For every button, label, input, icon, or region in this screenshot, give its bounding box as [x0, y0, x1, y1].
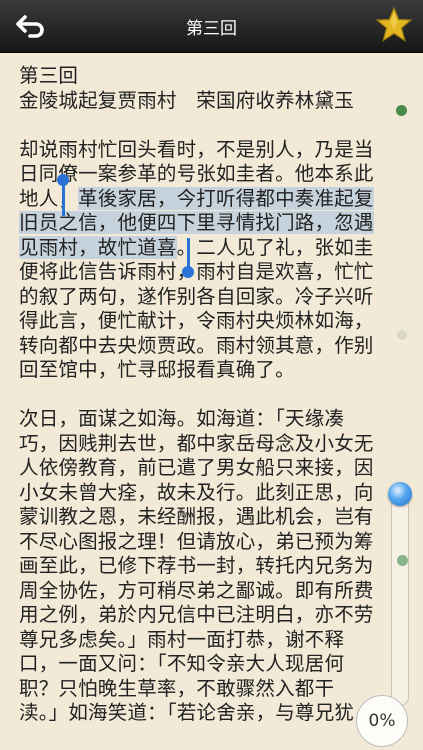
text-line: 回至馆中，忙寻邸报看真确了。 — [19, 358, 295, 381]
star-icon — [375, 6, 413, 42]
selection-start-stem — [62, 182, 65, 216]
progress-percentage-badge[interactable]: 0% — [356, 695, 408, 747]
selection-end-handle[interactable] — [182, 266, 194, 278]
chapter-number: 第三回 — [19, 64, 79, 87]
chapter-text[interactable]: 第三回 金陵城起复贾雨村 荣国府收养林黛玉 却说雨村忙回头看时，不是别人，乃是当… — [19, 64, 404, 726]
text-line: 尊兄多虑矣。」雨村一面打恭，谢不释 — [19, 627, 345, 651]
selected-text[interactable]: 旧员之信，他便四下里寻情找门路，忽遇 — [19, 211, 374, 234]
selected-text[interactable]: 革後家居，今打听得都中奏准起复 — [78, 186, 374, 210]
selected-text[interactable]: 见雨村，故忙道喜 — [19, 235, 177, 259]
text-line: 得此言，便忙献计，令雨村央烦林如海， — [19, 309, 374, 332]
text-line: 不尽心图报之理！但请放心，弟已预为筹 — [19, 529, 374, 553]
text-line: 用之例，弟於内兄信中已注明白，亦不劳 — [19, 603, 374, 626]
text-line: 渎。」如海笑道：「若论舍亲，与尊兄犹 — [19, 701, 355, 724]
page-title: 第三回 — [186, 18, 237, 39]
text-segment: 。二人见了礼，张如圭 — [176, 235, 374, 259]
text-line: 人依傍教育，前已遣了男女船只来接，因 — [19, 456, 374, 479]
reading-progress-thumb[interactable] — [388, 482, 412, 506]
text-line: 画至此，已修下荐书一封，转托内兄务为 — [19, 554, 374, 577]
text-line: 却说雨村忙回头看时，不是别人，乃是当 — [19, 137, 374, 161]
text-line: 转向都中去央烦贾政。雨村领其意，作别 — [19, 333, 374, 357]
marker-dot — [396, 105, 407, 116]
text-line: 次日，面谋之如海。如海道：「天缘凑 — [19, 407, 345, 430]
chapter-title: 金陵城起复贾雨村 荣国府收养林黛玉 — [19, 88, 354, 112]
text-line: 周全协佐，方可稍尽弟之鄙诚。即有所费 — [19, 578, 374, 602]
text-line: 职？只怕晚生草率，不敢骤然入都干 — [19, 676, 335, 700]
text-line: 见雨村，故忙道喜。二人见了礼，张如圭 — [19, 235, 404, 261]
reading-area[interactable]: 第三回 金陵城起复贾雨村 荣国府收养林黛玉 却说雨村忙回头看时，不是别人，乃是当… — [0, 52, 423, 750]
text-line: 旧员之信，他便四下里寻情找门路，忽遇 — [19, 211, 404, 236]
top-navigation-bar: 第三回 — [0, 0, 423, 53]
selection-end-stem — [187, 238, 190, 268]
text-line: 的叙了两句，遂作别各自回家。冷子兴听 — [19, 284, 374, 308]
reading-progress-track[interactable] — [391, 484, 409, 706]
bookmark-star-button[interactable] — [373, 4, 415, 46]
text-segment: 地人， — [19, 186, 79, 210]
marker-dot — [397, 330, 407, 340]
text-line: 地人，革後家居，今打听得都中奏准起复 — [19, 186, 404, 212]
text-line: 小女未曾大痊，故未及行。此刻正思，向 — [19, 480, 374, 504]
text-line: 便将此信告诉雨村，雨村自是欢喜，忙忙 — [19, 260, 374, 283]
text-line: 蒙训教之恩，未经酬报，遇此机会，岂有 — [19, 505, 374, 528]
text-line: 口，一面又问：「不知令亲大人现居何 — [19, 652, 345, 675]
text-line: 巧，因贱荆去世，都中家岳母念及小女无 — [19, 431, 374, 455]
text-line: 日同僚一案参革的号张如圭者。他本系此 — [19, 162, 374, 185]
